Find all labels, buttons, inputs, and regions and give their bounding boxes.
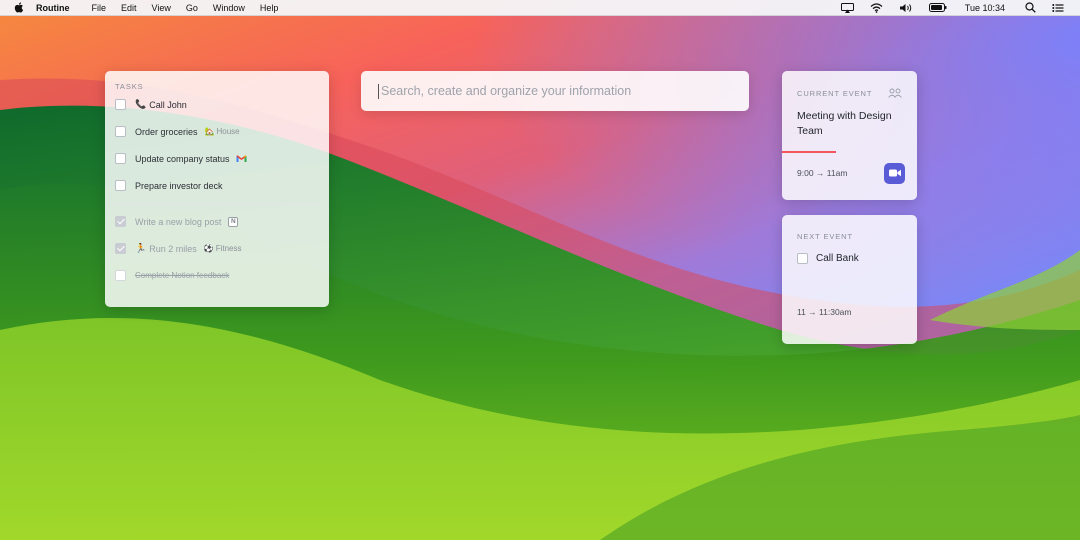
current-event-card[interactable]: CURRENT EVENT Meeting with Design Team 9…: [782, 71, 917, 200]
task-label[interactable]: Run 2 miles: [149, 244, 197, 254]
task-item[interactable]: Update company status: [115, 145, 319, 172]
task-checkbox[interactable]: [115, 270, 126, 281]
next-event-time: 11 → 11:30am: [797, 307, 852, 317]
task-checkbox[interactable]: [115, 126, 126, 137]
task-tag-label: Fitness: [215, 244, 242, 253]
event-progress-fill: [782, 151, 836, 153]
volume-icon[interactable]: [899, 3, 913, 13]
task-label[interactable]: Call John: [149, 100, 187, 110]
join-video-call-button[interactable]: [884, 162, 905, 184]
battery-icon[interactable]: [928, 3, 947, 12]
airplay-icon[interactable]: [840, 2, 854, 13]
house-icon: 🏡: [204, 127, 215, 136]
task-checkbox[interactable]: [115, 153, 126, 164]
text-caret: [378, 83, 379, 99]
phone-icon: 📞: [135, 99, 147, 109]
task-item[interactable]: Prepare investor deck: [115, 172, 319, 199]
next-event-item[interactable]: Call Bank: [797, 253, 902, 264]
task-tag-label: House: [216, 127, 240, 136]
menu-edit[interactable]: Edit: [121, 3, 137, 13]
wifi-icon[interactable]: [870, 2, 883, 13]
video-camera-icon: [888, 169, 901, 177]
task-checkbox-checked[interactable]: [115, 216, 126, 227]
completed-task-item[interactable]: Complete Notion feedback: [115, 262, 319, 289]
apple-logo-icon[interactable]: [14, 2, 24, 13]
task-checkbox[interactable]: [115, 99, 126, 110]
next-event-checkbox[interactable]: [797, 253, 808, 264]
event-progress-bar: [782, 151, 917, 153]
people-icon[interactable]: [888, 88, 902, 98]
menu-bar: Routine File Edit View Go Window Help Tu…: [0, 0, 1080, 16]
tasks-heading: TASKS: [115, 82, 144, 91]
menu-help[interactable]: Help: [260, 3, 279, 13]
control-center-icon[interactable]: [1052, 3, 1064, 13]
gmail-icon: [236, 155, 247, 162]
next-event-title: Call Bank: [816, 253, 859, 264]
next-event-card[interactable]: NEXT EVENT Call Bank 11 → 11:30am: [782, 215, 917, 344]
menu-window[interactable]: Window: [213, 3, 245, 13]
task-label[interactable]: Prepare investor deck: [135, 181, 223, 191]
current-event-title: Meeting with Design Team: [797, 110, 892, 137]
task-label[interactable]: Order groceries: [135, 127, 198, 137]
task-item[interactable]: Order groceries 🏡 House: [115, 118, 319, 145]
task-checkbox-checked[interactable]: [115, 243, 126, 254]
menu-clock[interactable]: Tue 10:34: [965, 3, 1005, 13]
completed-task-item[interactable]: Write a new blog post N: [115, 208, 319, 235]
tasks-divider: [115, 203, 319, 204]
tasks-card: TASKS 📞 Call John Order groceries 🏡 Hous…: [105, 71, 329, 307]
current-event-heading: CURRENT EVENT: [797, 88, 873, 98]
spotlight-search-icon[interactable]: [1025, 2, 1036, 13]
completed-task-item[interactable]: 🏃 Run 2 miles ⚽ Fitness: [115, 235, 319, 262]
current-event-time: 9:00 → 11am: [797, 168, 848, 178]
menu-go[interactable]: Go: [186, 3, 198, 13]
task-item[interactable]: 📞 Call John: [115, 91, 319, 118]
app-name-menu[interactable]: Routine: [36, 3, 70, 13]
search-input[interactable]: [381, 84, 731, 98]
task-checkbox[interactable]: [115, 180, 126, 191]
task-label[interactable]: Update company status: [135, 154, 230, 164]
menu-file[interactable]: File: [92, 3, 107, 13]
soccer-ball-icon: ⚽: [203, 244, 214, 253]
status-area: Tue 10:34: [825, 2, 1064, 13]
task-tag[interactable]: ⚽ Fitness: [204, 244, 242, 253]
task-label[interactable]: Complete Notion feedback: [135, 271, 229, 280]
search-bar[interactable]: [361, 71, 749, 111]
task-label[interactable]: Write a new blog post: [135, 217, 221, 227]
menu-view[interactable]: View: [152, 3, 171, 13]
notion-icon: N: [228, 216, 239, 227]
runner-icon: 🏃: [135, 243, 147, 253]
next-event-heading: NEXT EVENT: [797, 232, 853, 241]
task-tag[interactable]: 🏡 House: [205, 127, 240, 136]
